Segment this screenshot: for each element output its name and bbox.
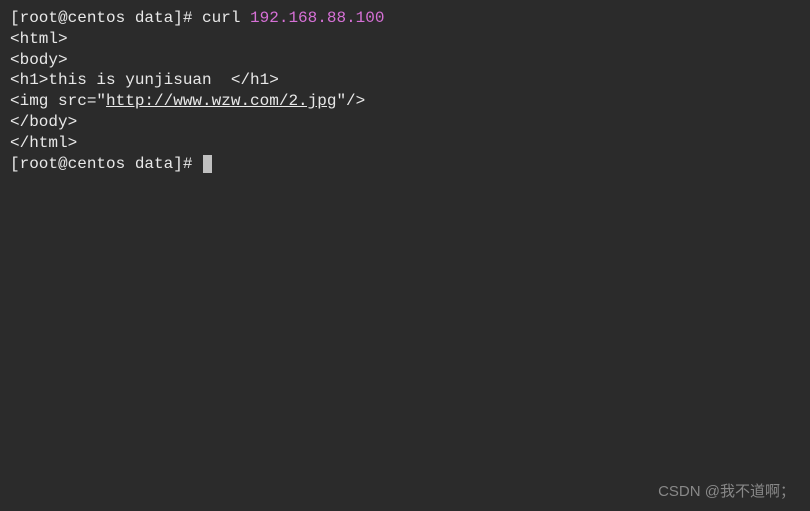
shell-prompt: [root@centos data]#: [10, 155, 202, 173]
img-tag-post: "/>: [336, 92, 365, 110]
output-line-body-close: </body>: [10, 112, 800, 133]
img-url: http://www.wzw.com/2.jpg: [106, 92, 336, 110]
output-line-html-close: </html>: [10, 133, 800, 154]
watermark-right: CSDN @我不道啊；: [658, 482, 795, 502]
command-name: curl: [202, 9, 250, 27]
img-tag-pre: <img src=": [10, 92, 106, 110]
output-line-html-open: <html>: [10, 29, 800, 50]
output-line-h1: <h1>this is yunjisuan </h1>: [10, 70, 800, 91]
terminal-line-prompt[interactable]: [root@centos data]#: [10, 154, 800, 175]
shell-prompt: [root@centos data]#: [10, 9, 202, 27]
terminal-line-1: [root@centos data]# curl 192.168.88.100: [10, 8, 800, 29]
output-line-img: <img src="http://www.wzw.com/2.jpg"/>: [10, 91, 800, 112]
command-argument-ip: 192.168.88.100: [250, 9, 384, 27]
output-line-body-open: <body>: [10, 50, 800, 71]
cursor-icon: [203, 155, 212, 173]
